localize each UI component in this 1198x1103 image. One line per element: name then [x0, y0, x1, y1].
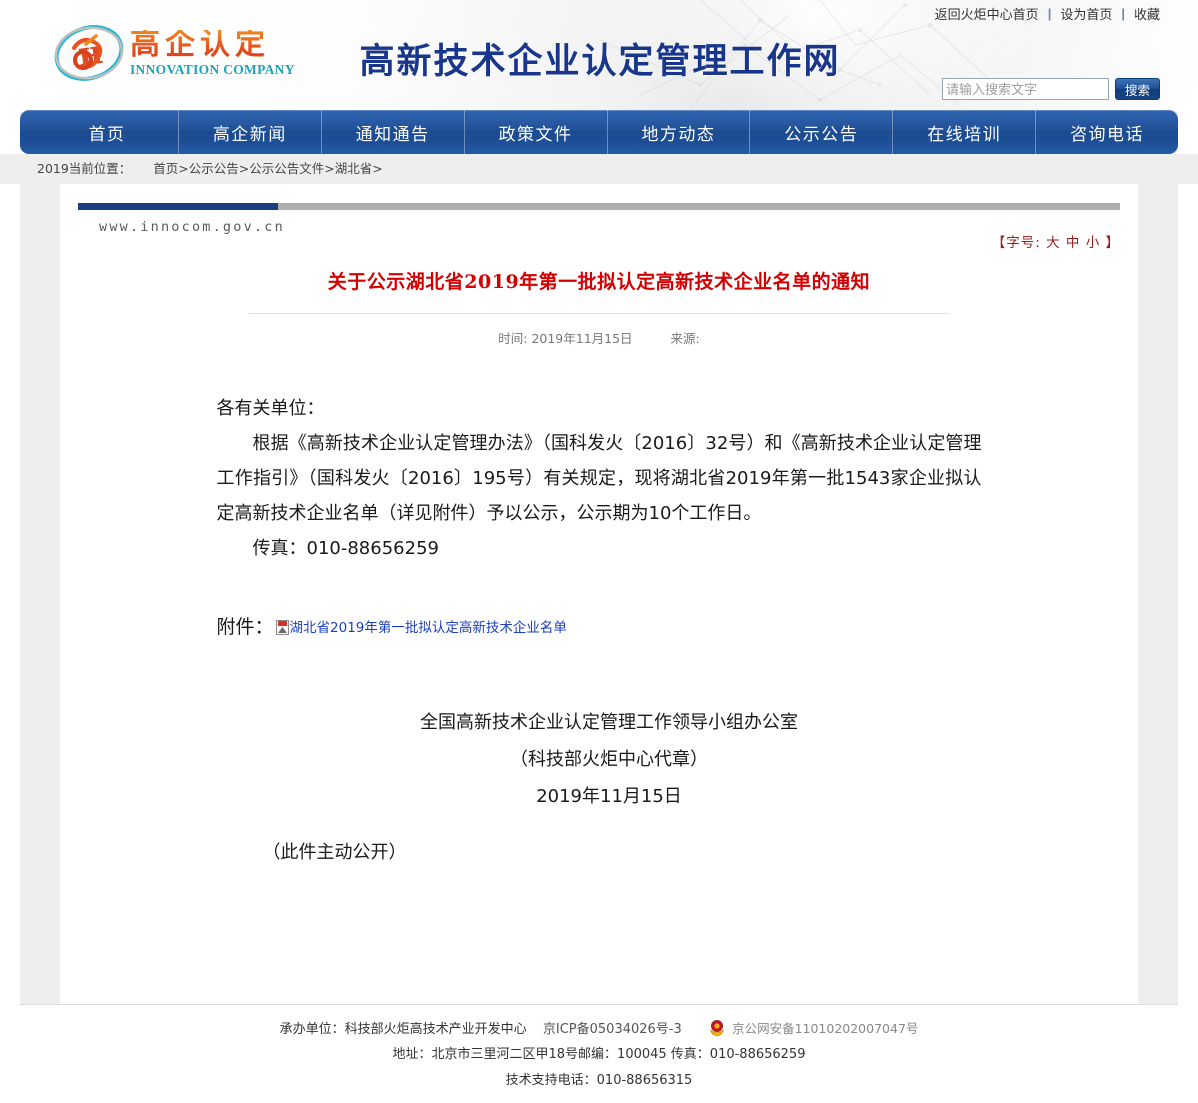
left-gutter [20, 184, 60, 1004]
footer-police-record[interactable]: 京公网安备11010202007047号 [732, 1021, 918, 1036]
article-paragraph-fax: 传真：010-88656259 [252, 538, 439, 560]
nav-item-local-updates[interactable]: 地方动态 [608, 110, 751, 154]
font-size-controls: 【字号: 大 中 小 】 [992, 231, 1120, 251]
logo-english-text: INNOVATION COMPANY [130, 61, 295, 77]
site-logo[interactable]: н 高企认定 INNOVATION COMPANY [52, 22, 295, 84]
article-paragraph-salutation: 各有关单位： [216, 398, 325, 419]
nav-item-online-training[interactable]: 在线培训 [893, 110, 1037, 154]
signature-block: 全国高新技术企业认定管理工作领导小组办公室 （科技部火炬中心代章） 2019年1… [217, 705, 982, 816]
site-header: н 高企认定 INNOVATION COMPANY 高新技术企业认定管理工作网 … [0, 0, 1198, 110]
main-navigation: 首页 高企新闻 通知通告 政策文件 地方动态 公示公告 在线培训 咨询电话 [0, 110, 1198, 154]
font-size-label: 【字号: [991, 235, 1041, 251]
link-bookmark[interactable]: 收藏 [1134, 4, 1160, 23]
attachment-link[interactable]: 湖北省2019年第一批拟认定高新技术企业名单 [290, 616, 567, 636]
article-meta: 时间: 2019年11月15日 来源: [78, 328, 1120, 347]
meta-time-label: 时间: [498, 331, 528, 346]
breadcrumb-path[interactable]: 首页>公示公告>公示公告文件>湖北省> [153, 161, 382, 176]
breadcrumb: 2019当前位置： 首页>公示公告>公示公告文件>湖北省> [20, 154, 1178, 184]
pdf-file-icon [275, 618, 289, 636]
link-return-torch-home[interactable]: 返回火炬中心首页 [935, 4, 1039, 23]
accent-bar-navy [78, 203, 278, 210]
meta-time-value: 2019年11月15日 [531, 331, 633, 346]
meta-source-label: 来源: [670, 331, 700, 346]
signature-office: 全国高新技术企业认定管理工作领导小组办公室 [420, 712, 798, 734]
nav-item-policy[interactable]: 政策文件 [465, 110, 608, 154]
logo-chinese-text: 高企认定 [130, 29, 295, 60]
utility-links: 返回火炬中心首页 | 设为首页 | 收藏 [935, 4, 1160, 23]
search-input[interactable] [941, 78, 1109, 100]
disclosure-note: （此件主动公开） [262, 842, 407, 864]
page-title: 高新技术企业认定管理工作网 [359, 42, 841, 82]
link-separator-1: | [1047, 6, 1052, 21]
attachment-label: 附件： [216, 616, 274, 639]
search-area: 搜索 [941, 78, 1160, 100]
site-url-text: www.innocom.gov.cn [99, 219, 285, 235]
right-gutter [1138, 184, 1178, 1004]
nav-item-contact-phone[interactable]: 咨询电话 [1036, 110, 1178, 154]
font-size-large[interactable]: 大 [1046, 235, 1061, 251]
article-title: 关于公示湖北省2019年第一批拟认定高新技术企业名单的通知 [327, 271, 871, 293]
signature-date: 2019年11月15日 [536, 786, 682, 808]
title-divider [249, 313, 949, 314]
nav-item-notices[interactable]: 通知通告 [322, 110, 465, 154]
footer-organizer: 承办单位：科技部火炬高技术产业开发中心 [279, 1022, 527, 1037]
footer-icp[interactable]: 京ICP备05034026号-3 [543, 1022, 682, 1037]
logo-mark-icon: н [52, 22, 126, 84]
nav-item-announcements[interactable]: 公示公告 [750, 110, 894, 154]
font-size-medium[interactable]: 中 [1066, 235, 1081, 251]
article-paragraph-main: 根据《高新技术企业认定管理办法》（国科发火〔2016〕32号）和《高新技术企业认… [216, 433, 982, 525]
footer-line-3: 技术支持电话：010-88656315 [505, 1072, 693, 1088]
police-badge-icon [708, 1019, 726, 1037]
page-body: www.innocom.gov.cn 【字号: 大 中 小 】 关于公示湖北省2… [20, 184, 1178, 1004]
signature-seal: （科技部火炬中心代章） [510, 749, 708, 771]
site-footer: 承办单位：科技部火炬高技术产业开发中心 京ICP备05034026号-3 京公网… [0, 1005, 1198, 1103]
article-body: 各有关单位： 根据《高新技术企业认定管理办法》（国科发火〔2016〕32号）和《… [217, 391, 982, 566]
link-separator-2: | [1121, 6, 1125, 21]
attachment-row: 附件： 湖北省2019年第一批拟认定高新技术企业名单 [217, 612, 982, 639]
search-button[interactable]: 搜索 [1114, 78, 1160, 100]
nav-item-home[interactable]: 首页 [20, 110, 179, 154]
breadcrumb-strip: 2019当前位置： 首页>公示公告>公示公告文件>湖北省> [0, 154, 1198, 184]
article-container: www.innocom.gov.cn 【字号: 大 中 小 】 关于公示湖北省2… [60, 184, 1138, 1004]
breadcrumb-prefix: 2019当前位置： [37, 161, 132, 176]
footer-line-1: 承办单位：科技部火炬高技术产业开发中心 京ICP备05034026号-3 京公网… [0, 1017, 1198, 1042]
nav-item-news[interactable]: 高企新闻 [179, 110, 322, 154]
accent-bar [78, 203, 1120, 210]
accent-bar-grey [278, 203, 1120, 210]
link-set-homepage[interactable]: 设为首页 [1060, 4, 1112, 23]
font-size-close: 】 [1105, 235, 1120, 251]
font-size-small[interactable]: 小 [1086, 235, 1101, 251]
footer-line-2: 地址：北京市三里河二区甲18号邮编：100045 传真：010-88656259 [392, 1047, 806, 1063]
